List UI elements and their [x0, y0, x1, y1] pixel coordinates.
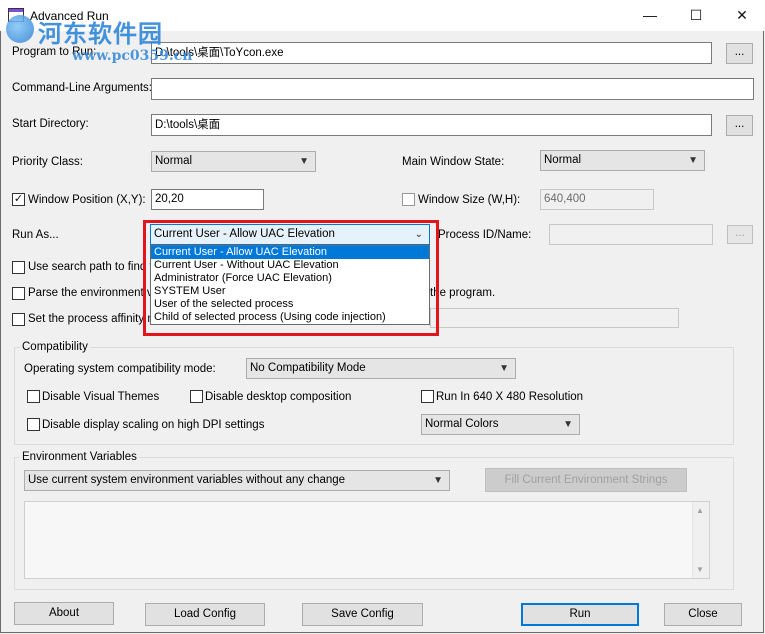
- colors-select-value: Normal Colors: [425, 418, 499, 430]
- cmdline-input[interactable]: [151, 78, 754, 100]
- priority-select-value: Normal: [155, 155, 193, 167]
- save-config-button[interactable]: Save Config: [302, 603, 423, 626]
- processid-browse-button[interactable]: ...: [727, 225, 753, 244]
- close-window-button[interactable]: ✕: [719, 0, 765, 31]
- colors-select[interactable]: Normal Colors ▼: [421, 414, 580, 435]
- chevron-down-icon: ▼: [499, 363, 509, 374]
- startdir-browse-button[interactable]: ...: [726, 115, 753, 136]
- parseenv-label-tail: the program.: [430, 287, 496, 299]
- winpos-checkbox[interactable]: ✓: [12, 193, 25, 206]
- mainwin-label: Main Window State:: [402, 156, 505, 168]
- mainwin-select-value: Normal: [544, 154, 582, 166]
- processid-input[interactable]: [549, 224, 713, 245]
- env-mode-select[interactable]: Use current system environment variables…: [24, 470, 450, 491]
- maximize-button[interactable]: ☐: [673, 0, 719, 31]
- winsize-checkbox[interactable]: [402, 193, 415, 206]
- os-compat-select-value: No Compatibility Mode: [250, 362, 366, 374]
- run640-checkbox[interactable]: [421, 390, 434, 403]
- program-browse-button[interactable]: ...: [726, 43, 753, 64]
- cmdline-label: Command-Line Arguments:: [12, 82, 152, 94]
- processid-label: Process ID/Name:: [438, 229, 532, 241]
- affinity-checkbox[interactable]: [12, 313, 25, 326]
- winpos-label: Window Position (X,Y):: [28, 194, 146, 206]
- fill-env-button[interactable]: Fill Current Environment Strings: [485, 468, 687, 492]
- scroll-down-icon[interactable]: ▼: [696, 565, 704, 574]
- searchpath-checkbox[interactable]: [12, 261, 25, 274]
- watermark-logo-icon: [6, 15, 34, 43]
- chevron-down-icon: ▼: [433, 475, 443, 486]
- scroll-up-icon[interactable]: ▲: [696, 506, 704, 515]
- dpi-scaling-checkbox[interactable]: [27, 418, 40, 431]
- priority-select[interactable]: Normal ▼: [151, 151, 316, 172]
- env-strings-textarea[interactable]: ▲ ▼: [24, 501, 710, 579]
- parseenv-label: Parse the environment va: [28, 287, 160, 299]
- run640-label: Run In 640 X 480 Resolution: [436, 391, 584, 403]
- desktop-comp-checkbox[interactable]: [190, 390, 203, 403]
- os-compat-label: Operating system compatibility mode:: [24, 363, 216, 375]
- dpi-scaling-label: Disable display scaling on high DPI sett…: [42, 419, 265, 431]
- chevron-down-icon: ▼: [299, 156, 309, 167]
- environment-group-title: Environment Variables: [20, 451, 139, 463]
- searchpath-label: Use search path to find th: [28, 261, 160, 273]
- runas-label: Run As...: [12, 229, 59, 241]
- chevron-down-icon: ▼: [688, 155, 698, 166]
- watermark-url: www.pc0359.cn: [72, 48, 193, 64]
- load-config-button[interactable]: Load Config: [145, 603, 265, 626]
- visual-themes-label: Disable Visual Themes: [42, 391, 160, 403]
- compatibility-group-title: Compatibility: [20, 341, 90, 353]
- chevron-down-icon: ▼: [563, 419, 573, 430]
- os-compat-select[interactable]: No Compatibility Mode ▼: [246, 358, 516, 379]
- desktop-comp-label: Disable desktop composition: [205, 391, 352, 403]
- about-button[interactable]: About: [14, 602, 114, 625]
- highlight-annotation-box: [143, 220, 439, 336]
- env-mode-select-value: Use current system environment variables…: [28, 474, 346, 486]
- run-button[interactable]: Run: [521, 603, 639, 626]
- minimize-button[interactable]: —: [627, 0, 673, 31]
- close-button[interactable]: Close: [664, 603, 742, 626]
- env-scrollbar[interactable]: ▲ ▼: [692, 502, 709, 578]
- affinity-label: Set the process affinity m: [28, 313, 157, 325]
- watermark-text: 河东软件园: [38, 21, 163, 48]
- winpos-input[interactable]: 20,20: [151, 189, 264, 210]
- parseenv-checkbox[interactable]: [12, 287, 25, 300]
- startdir-input[interactable]: D:\tools\桌面: [151, 114, 712, 136]
- startdir-label: Start Directory:: [12, 118, 89, 130]
- affinity-input[interactable]: [430, 308, 679, 328]
- winsize-input[interactable]: 640,400: [540, 189, 654, 210]
- program-input[interactable]: D:\tools\桌面\ToYcon.exe: [151, 42, 712, 64]
- mainwin-select[interactable]: Normal ▼: [540, 150, 705, 171]
- visual-themes-checkbox[interactable]: [27, 390, 40, 403]
- priority-label: Priority Class:: [12, 156, 83, 168]
- winsize-label: Window Size (W,H):: [418, 194, 521, 206]
